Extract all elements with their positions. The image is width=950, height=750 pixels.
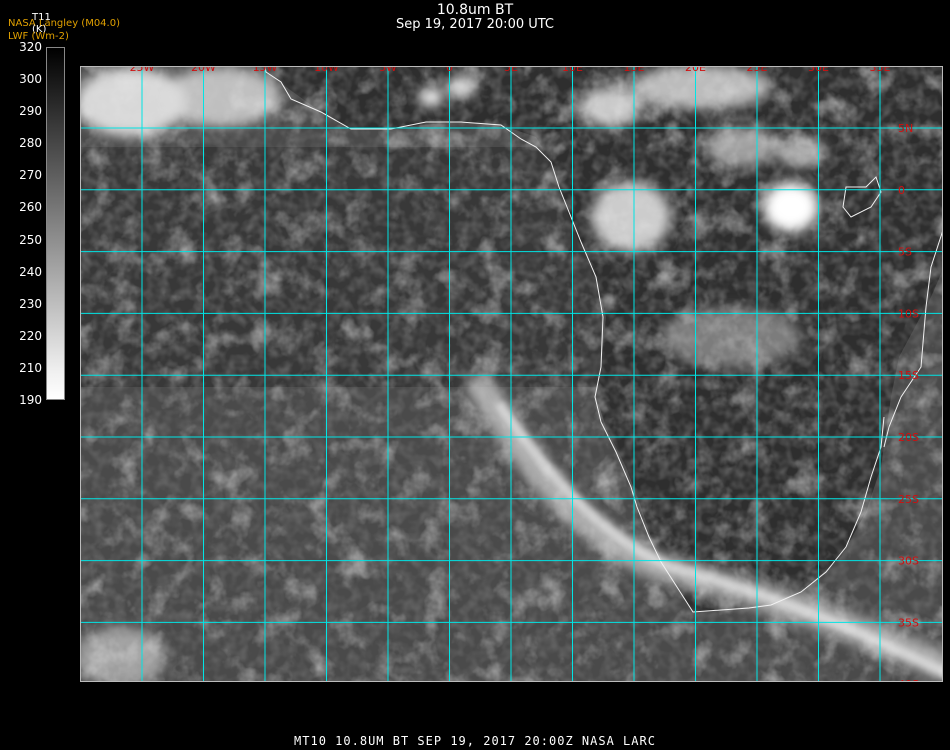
- latitude-label: 20S: [898, 431, 919, 444]
- longitude-label: 15E: [624, 67, 645, 74]
- longitude-label: 5W: [379, 67, 397, 74]
- latitude-label: 40S: [898, 678, 919, 682]
- longitude-label: 20E: [685, 67, 706, 74]
- longitude-label: 35E: [870, 67, 891, 74]
- longitude-label: 20W: [191, 67, 216, 74]
- latitude-label: 30S: [898, 555, 919, 568]
- colorbar-tick-label: 260: [19, 200, 42, 215]
- longitude-label: 10W: [314, 67, 339, 74]
- latitude-label: 15S: [898, 369, 919, 382]
- longitude-label: 0: [446, 67, 453, 74]
- latitude-label: 10S: [898, 307, 919, 320]
- colorbar-tick-label: 230: [19, 296, 42, 311]
- latitude-label: 25S: [898, 493, 919, 506]
- longitude-label: 5E: [504, 67, 518, 74]
- colorbar-tick-label: 280: [19, 136, 42, 151]
- colorbar-tick-label: 220: [19, 328, 42, 343]
- map-canvas: 25W 20W 15W 10W 5W 0 5E 10E 15E 20E 25E 30E 35E 5N 0 5S…: [81, 67, 942, 682]
- colorbar-source: NASA Langley (M04.0): [8, 18, 120, 29]
- footer-caption: MT10 10.8UM BT SEP 19, 2017 20:00Z NASA …: [294, 734, 656, 748]
- longitude-label: 10E: [562, 67, 583, 74]
- satellite-map: 25W 20W 15W 10W 5W 0 5E 10E 15E 20E 25E 30E 35E 5N 0 5S…: [80, 66, 943, 682]
- colorbar-tick-label: 290: [19, 104, 42, 119]
- latitude-label: 5N: [898, 122, 913, 135]
- colorbar-tick-label: 190: [19, 393, 42, 407]
- title-line-1: 10.8um BT: [436, 2, 514, 18]
- colorbar-tick-label: 270: [19, 168, 42, 183]
- longitude-label: 25W: [130, 67, 155, 74]
- latitude-label: 5S: [898, 246, 912, 259]
- colorbar-tick-label: 320: [19, 40, 42, 54]
- latitude-label: 35S: [898, 616, 919, 629]
- colorbar: [46, 47, 65, 400]
- longitude-label: 30E: [808, 67, 829, 74]
- colorbar-tick-label: 300: [19, 72, 42, 87]
- colorbar-tick-label: 250: [19, 232, 42, 247]
- latitude-label: 0: [898, 184, 905, 197]
- colorbar-tick-label: 240: [19, 264, 42, 279]
- longitude-label: 25E: [747, 67, 768, 74]
- colorbar-tick-label: 210: [19, 360, 42, 375]
- longitude-label: 15W: [253, 67, 278, 74]
- title-line-2: Sep 19, 2017 20:00 UTC: [395, 17, 555, 32]
